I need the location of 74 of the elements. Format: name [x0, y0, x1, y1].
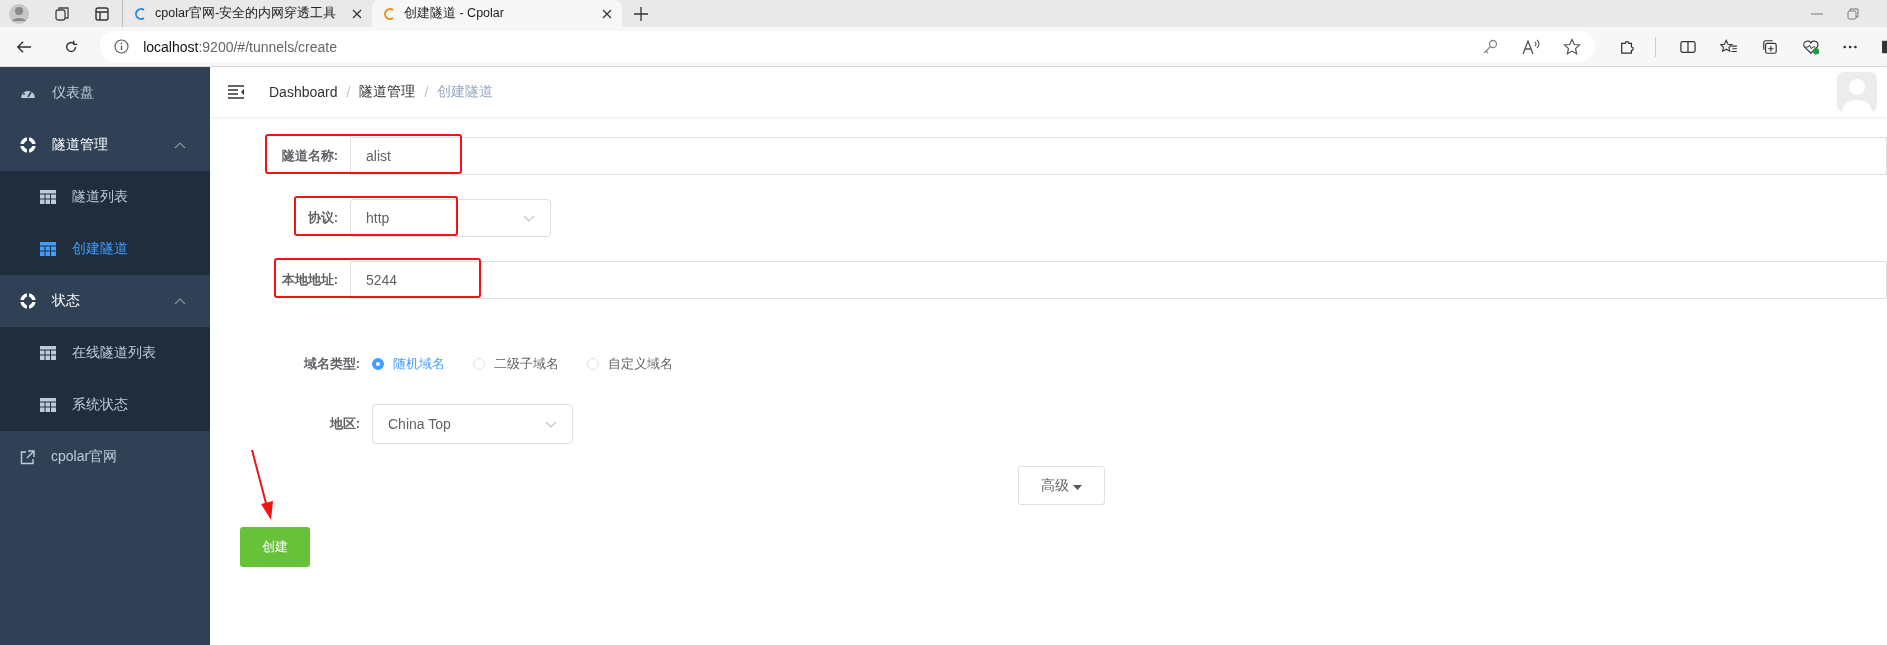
site-icon — [382, 5, 396, 22]
breadcrumb-current: 创建隧道 — [437, 83, 494, 101]
site-icon — [133, 5, 147, 22]
radio-option[interactable]: 自定义域名 — [587, 355, 673, 373]
sidebar-edge-icon[interactable] — [1881, 38, 1887, 55]
field-value: 5244 — [366, 272, 398, 288]
split-screen-icon[interactable] — [1680, 38, 1696, 55]
key-icon[interactable] — [1481, 37, 1500, 56]
menu-toggle-icon[interactable] — [228, 85, 245, 99]
table-icon — [40, 346, 56, 360]
breadcrumb-separator: / — [346, 84, 351, 100]
field-value: http — [366, 210, 390, 226]
radio-option[interactable]: 二级子域名 — [473, 355, 559, 373]
refresh-icon[interactable] — [63, 38, 79, 55]
tab-title: 创建隧道 - Cpolar — [404, 5, 505, 22]
lifebuoy-icon — [20, 293, 36, 309]
submenu-item[interactable]: 在线隧道列表 — [0, 327, 210, 379]
field-label: 协议: — [306, 209, 339, 227]
menu-label: 仪表盘 — [52, 84, 94, 102]
submenu-item[interactable]: 创建隧道 — [0, 223, 210, 275]
external-link-icon — [20, 449, 35, 465]
table-icon — [40, 242, 56, 256]
collections-icon[interactable] — [1761, 37, 1778, 56]
advanced-button[interactable]: 高级 — [1018, 466, 1105, 505]
menu-label: cpolar官网 — [51, 448, 118, 466]
new-tab-icon[interactable] — [634, 6, 648, 21]
workspaces-icon[interactable] — [54, 5, 70, 22]
table-icon — [40, 398, 56, 412]
table-icon — [40, 190, 56, 204]
health-icon[interactable] — [1801, 37, 1820, 56]
field-value: China Top — [388, 416, 451, 432]
menu-label: 创建隧道 — [72, 240, 128, 258]
chevron-down-icon — [545, 420, 557, 428]
input-field[interactable]: 5244 — [350, 261, 1887, 299]
address-field[interactable]: localhost:9200/#/tunnels/create — [100, 31, 1596, 62]
menu-label: 隧道管理 — [52, 136, 108, 154]
url-text: localhost:9200/#/tunnels/create — [143, 38, 337, 55]
back-icon[interactable] — [16, 38, 32, 55]
submenu-item[interactable]: 系统状态 — [0, 379, 210, 431]
field-label: 地区: — [328, 415, 361, 433]
field-label: 本地地址: — [280, 271, 339, 289]
menu-item[interactable]: 状态 — [0, 275, 210, 327]
caret-icon — [1072, 484, 1082, 490]
menu-label: 隧道列表 — [72, 188, 128, 206]
info-icon — [114, 39, 130, 54]
lifebuoy-icon — [20, 137, 36, 153]
profile-icon[interactable] — [8, 2, 30, 25]
chevron-down-icon — [523, 214, 535, 222]
menu-item[interactable]: cpolar官网 — [0, 431, 210, 483]
menu-label: 在线隧道列表 — [72, 344, 156, 362]
select-field[interactable]: http — [350, 199, 551, 237]
menu-item[interactable]: 仪表盘 — [0, 67, 210, 119]
menu-item[interactable]: 隧道管理 — [0, 119, 210, 171]
read-aloud-icon[interactable] — [1521, 37, 1542, 56]
menu-label: 状态 — [52, 292, 80, 310]
star-icon[interactable] — [1563, 37, 1582, 56]
field-value: alist — [366, 148, 391, 164]
browser-tab[interactable]: 创建隧道 - Cpolar — [372, 0, 622, 27]
more-icon[interactable] — [1843, 44, 1858, 49]
field-label: 域名类型: — [302, 355, 361, 373]
breadcrumb-link[interactable]: 隧道管理 — [359, 83, 416, 101]
field-label: 隧道名称: — [280, 147, 339, 165]
select-field[interactable]: China Top — [372, 404, 573, 444]
close-icon[interactable] — [352, 8, 362, 19]
input-field[interactable]: alist — [350, 137, 1887, 175]
submenu-item[interactable]: 隧道列表 — [0, 171, 210, 223]
restore-icon[interactable] — [1847, 7, 1859, 20]
breadcrumb-link[interactable]: Dashboard — [269, 84, 338, 100]
tab-actions-icon[interactable] — [94, 5, 110, 22]
close-icon[interactable] — [602, 8, 612, 19]
breadcrumb-separator: / — [424, 84, 429, 100]
menu-label: 系统状态 — [72, 396, 128, 414]
annotation-arrow — [250, 449, 276, 521]
tab-title: cpolar官网-安全的内网穿透工具 — [155, 5, 338, 22]
